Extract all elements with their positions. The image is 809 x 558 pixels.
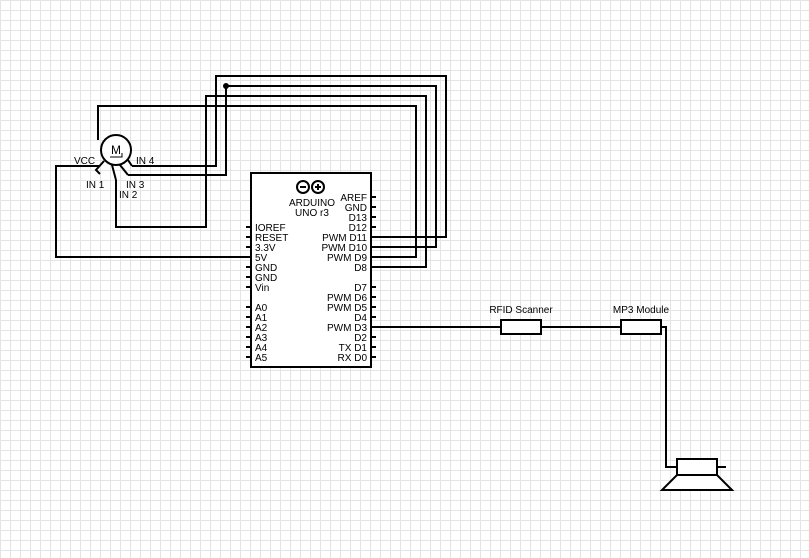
motor-lead-in4 xyxy=(127,159,133,167)
wire-mp3-speaker xyxy=(661,326,677,468)
speaker-cone xyxy=(659,474,735,491)
rfid-label: RFID Scanner xyxy=(489,305,553,316)
motor-lead-in1 xyxy=(94,160,105,175)
motor-lead-in2 xyxy=(111,164,117,181)
rfid-body xyxy=(500,319,542,335)
speaker-icon xyxy=(659,458,735,491)
speaker-magnet xyxy=(676,458,718,476)
mp3-module: MP3 Module xyxy=(613,305,670,335)
rfid-scanner: RFID Scanner xyxy=(489,305,553,335)
motor-in2-label: IN 2 xyxy=(119,190,138,201)
circuit-schematic: M VCC IN 4 IN 1 IN 3 IN 2 ARDUINO UNO r3… xyxy=(55,75,735,491)
motor-lead-in3 xyxy=(119,164,129,176)
motor-in4-label: IN 4 xyxy=(136,156,155,167)
wire-junction xyxy=(223,83,229,89)
arduino-right-pin-label: RX D0 xyxy=(338,353,368,364)
motor-symbol: M xyxy=(111,143,121,157)
motor-in1-label: IN 1 xyxy=(86,180,105,191)
arduino-left-pin-label: A5 xyxy=(255,353,268,364)
arduino-name-line2: UNO r3 xyxy=(295,208,329,219)
arduino-left-pin-label: Vin xyxy=(255,283,269,294)
stepper-motor: M VCC IN 4 IN 1 IN 3 IN 2 xyxy=(74,134,155,201)
mp3-label: MP3 Module xyxy=(613,305,670,316)
mp3-body xyxy=(620,319,662,335)
motor-vcc-label: VCC xyxy=(74,156,95,167)
arduino-board: ARDUINO UNO r3 IOREFRESET3.3V5VGNDGNDVin… xyxy=(246,172,376,368)
arduino-right-pin-label: D8 xyxy=(354,263,367,274)
